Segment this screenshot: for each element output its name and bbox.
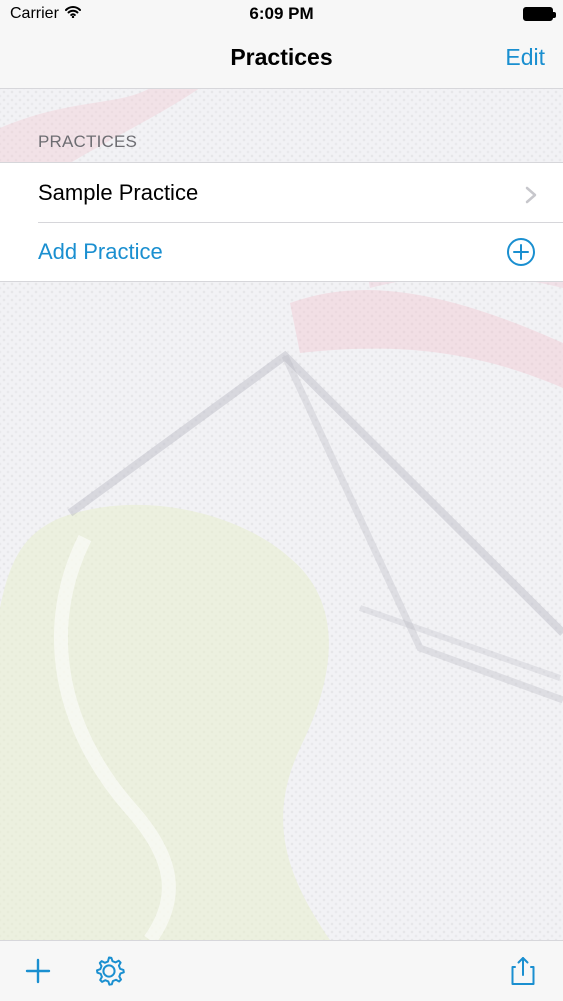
status-bar: Carrier 6:09 PM	[0, 0, 563, 28]
plus-circle-icon[interactable]	[505, 236, 537, 268]
edit-button[interactable]: Edit	[505, 44, 545, 71]
status-time: 6:09 PM	[249, 4, 314, 23]
practices-table: Sample Practice Add Practice	[0, 162, 563, 282]
settings-button[interactable]	[91, 953, 127, 989]
chevron-right-icon	[525, 184, 537, 203]
plus-icon	[20, 953, 56, 989]
page-title: Practices	[230, 44, 333, 70]
practice-row-sample[interactable]: Sample Practice	[0, 163, 563, 222]
gear-icon	[91, 953, 127, 989]
share-icon	[505, 953, 541, 989]
share-button[interactable]	[505, 953, 541, 989]
toolbar-add-button[interactable]	[20, 953, 56, 989]
practice-row-label: Sample Practice	[38, 179, 199, 205]
navigation-bar: Practices Edit	[0, 28, 563, 89]
bottom-toolbar	[0, 940, 563, 1001]
section-header: PRACTICES	[38, 132, 138, 151]
add-practice-label: Add Practice	[38, 238, 163, 264]
battery-icon	[523, 7, 556, 21]
add-practice-row[interactable]: Add Practice	[0, 222, 563, 281]
